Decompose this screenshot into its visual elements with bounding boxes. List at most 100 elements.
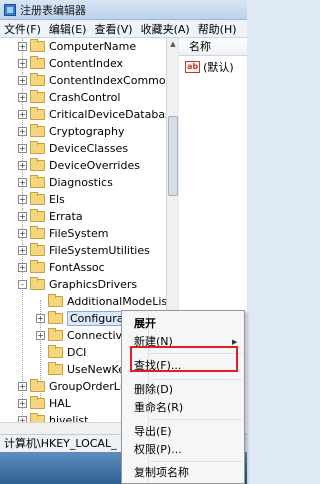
tree-node-label: CrashControl (49, 91, 121, 104)
collapse-icon[interactable]: - (18, 280, 27, 289)
folder-icon (30, 192, 45, 205)
folder-icon (30, 396, 45, 409)
tree-node-label: CriticalDeviceDatabase (49, 108, 178, 121)
menu-file[interactable]: 文件(F) (0, 21, 45, 37)
expand-icon[interactable]: + (36, 331, 45, 340)
menu-separator (150, 461, 242, 462)
menu-separator (150, 419, 242, 420)
tree-node[interactable]: + DeviceClasses (18, 140, 128, 157)
expand-icon[interactable]: + (18, 382, 27, 391)
tree-node[interactable]: + FontAssoc (18, 259, 105, 276)
tree-node[interactable]: UseNewKey (36, 361, 132, 378)
folder-icon (30, 39, 45, 52)
folder-icon (48, 328, 63, 341)
tree-node-label: FileSystem (49, 227, 109, 240)
folder-icon (30, 175, 45, 188)
expand-icon[interactable]: + (18, 42, 27, 51)
expand-icon[interactable]: + (18, 229, 27, 238)
value-name: (默认) (203, 61, 234, 74)
menu-edit[interactable]: 编辑(E) (45, 21, 91, 37)
menu-item-expand[interactable]: 展开 (134, 315, 156, 333)
tree-node[interactable]: + CrashControl (18, 89, 120, 106)
expand-icon[interactable]: + (18, 110, 27, 119)
menu-item-rename[interactable]: 重命名(R) (134, 399, 183, 417)
folder-icon (48, 345, 63, 358)
expand-icon[interactable]: + (18, 144, 27, 153)
menu-item-copy-key-name[interactable]: 复制项名称 (134, 464, 189, 482)
menu-item-delete[interactable]: 删除(D) (134, 381, 173, 399)
tree-node[interactable]: + Diagnostics (18, 174, 113, 191)
folder-open-icon (30, 277, 45, 290)
folder-icon (30, 158, 45, 171)
value-row[interactable]: ab (默认) (185, 59, 234, 75)
expand-icon[interactable]: + (18, 263, 27, 272)
tree-node-label: ComputerName (49, 40, 137, 53)
column-header-name[interactable]: 名称 (179, 38, 247, 56)
expand-icon[interactable]: + (18, 246, 27, 255)
folder-icon (30, 141, 45, 154)
tree-node-label: HAL (49, 397, 71, 410)
tree-node[interactable]: + Cryptography (18, 123, 124, 140)
tree-node[interactable]: + FileSystem (18, 225, 108, 242)
menu-view[interactable]: 查看(V) (90, 21, 136, 37)
folder-icon (30, 260, 45, 273)
no-expander (36, 297, 45, 306)
menu-separator (150, 379, 242, 380)
scroll-up-arrow-icon[interactable]: ▲ (167, 38, 179, 50)
tree-node-label: Els (49, 193, 65, 206)
folder-icon (48, 311, 63, 324)
string-value-icon: ab (185, 61, 201, 73)
menu-item-permissions[interactable]: 权限(P)... (134, 441, 182, 459)
expand-icon[interactable]: + (18, 178, 27, 187)
expand-icon[interactable]: + (36, 314, 45, 323)
highlight-box (130, 346, 238, 372)
folder-icon (30, 124, 45, 137)
tree-node[interactable]: + ContentIndex (18, 55, 123, 72)
tree-node[interactable]: AdditionalModeLists (36, 293, 177, 310)
tree-node-label: DeviceClasses (49, 142, 129, 155)
tree-node-label: DCI (67, 346, 87, 359)
registry-editor-icon (4, 3, 16, 16)
title-bar: 注册表编辑器 (0, 0, 247, 20)
tree-node[interactable]: + GroupOrderList (18, 378, 133, 395)
expand-icon[interactable]: + (18, 161, 27, 170)
expand-icon[interactable]: + (18, 399, 27, 408)
tree-node-label: GraphicsDrivers (49, 278, 138, 291)
tree-node[interactable]: + CriticalDeviceDatabase (18, 106, 178, 123)
tree-node-label: ContentIndex (49, 57, 124, 70)
expand-icon[interactable]: + (18, 212, 27, 221)
expand-icon[interactable]: + (18, 127, 27, 136)
folder-icon (30, 73, 45, 86)
expand-icon[interactable]: + (18, 195, 27, 204)
folder-icon (30, 209, 45, 222)
folder-icon (48, 294, 63, 307)
scroll-thumb[interactable] (168, 116, 178, 196)
tree-node[interactable]: + FileSystemUtilities (18, 242, 150, 259)
folder-icon (30, 226, 45, 239)
folder-icon (30, 107, 45, 120)
tree-node[interactable]: + ContentIndexCommon (18, 72, 173, 89)
folder-icon (30, 379, 45, 392)
tree-node-label: Errata (49, 210, 83, 223)
no-expander (36, 365, 45, 374)
tree-node[interactable]: + Errata (18, 208, 83, 225)
menu-favorites[interactable]: 收藏夹(A) (137, 21, 194, 37)
tree-node[interactable]: + DeviceOverrides (18, 157, 140, 174)
no-expander (36, 348, 45, 357)
tree-node-label: Diagnostics (49, 176, 113, 189)
tree-node-label: AdditionalModeLists (67, 295, 178, 308)
tree-node[interactable]: + ComputerName (18, 38, 136, 55)
tree-node[interactable]: - GraphicsDrivers (18, 276, 137, 293)
expand-icon[interactable]: + (18, 59, 27, 68)
folder-icon (30, 56, 45, 69)
expand-icon[interactable]: + (18, 76, 27, 85)
expand-icon[interactable]: + (18, 93, 27, 102)
tree-node-label: FontAssoc (49, 261, 105, 274)
menu-item-export[interactable]: 导出(E) (134, 423, 172, 441)
tree-node[interactable]: + HAL (18, 395, 71, 412)
folder-icon (48, 362, 63, 375)
tree-node[interactable]: DCI (36, 344, 86, 361)
menu-help[interactable]: 帮助(H) (194, 21, 241, 37)
folder-icon (30, 90, 45, 103)
tree-node[interactable]: + Els (18, 191, 65, 208)
